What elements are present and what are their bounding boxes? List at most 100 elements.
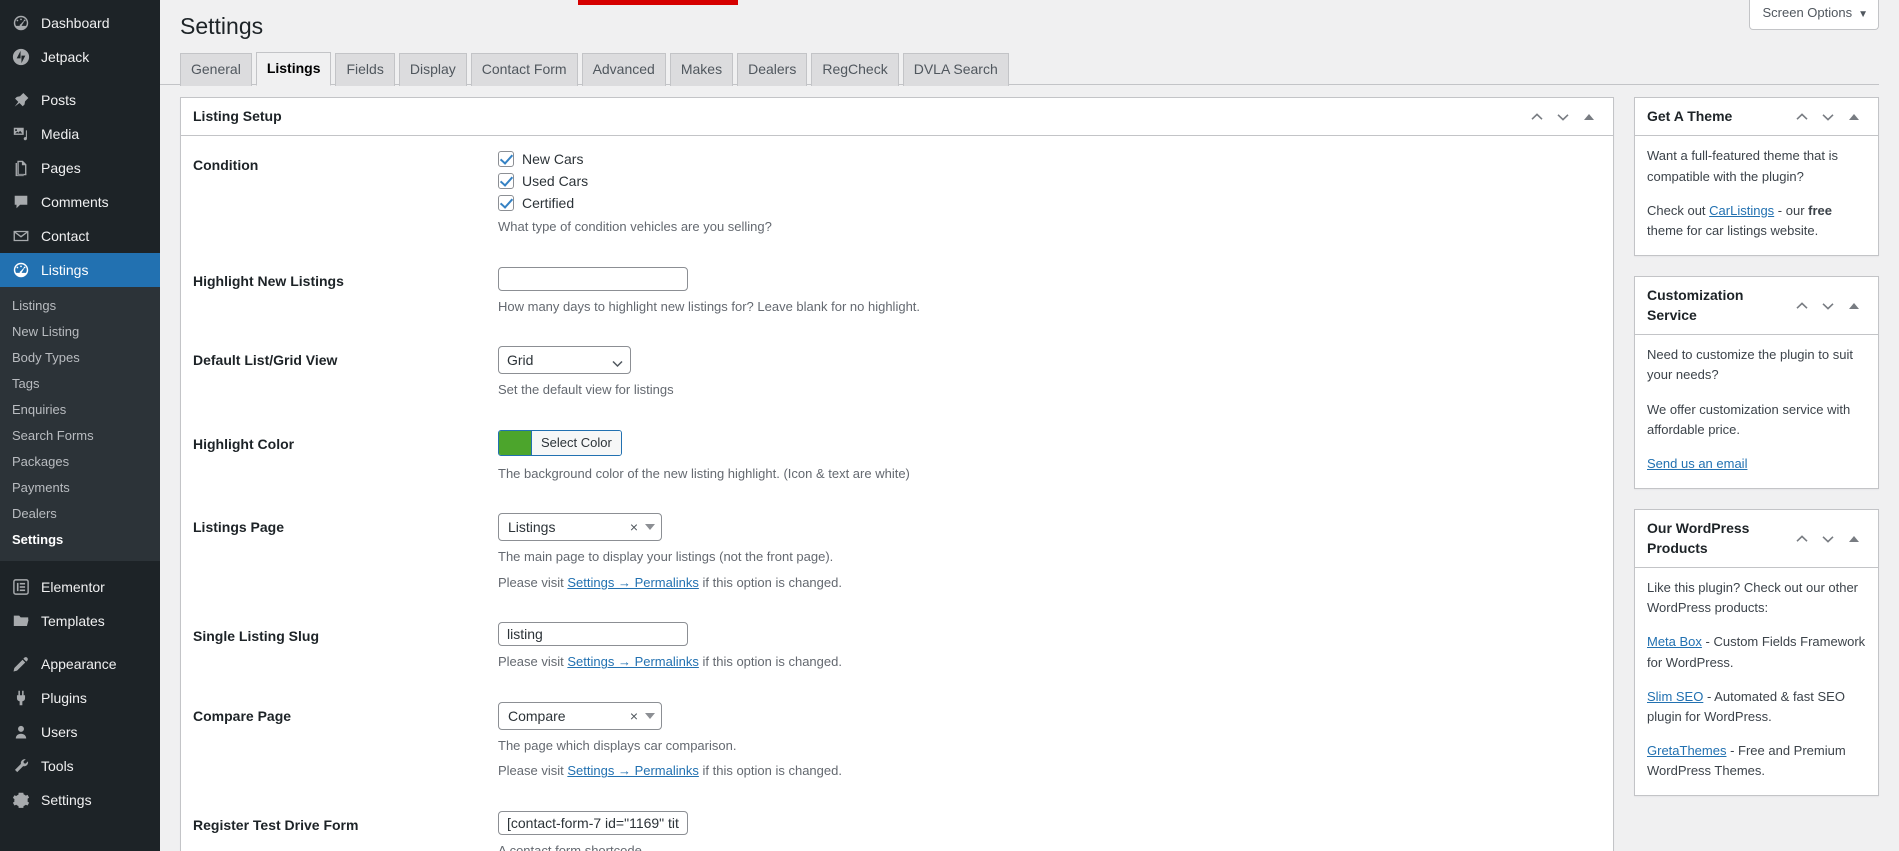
submenu-item-dealers[interactable]: Dealers (0, 501, 160, 527)
tab-dealers[interactable]: Dealers (737, 52, 808, 86)
chevron-down-icon: ▼ (1858, 9, 1868, 20)
move-up-icon[interactable] (1790, 526, 1814, 552)
sidebar-item-dashboard[interactable]: Dashboard (0, 6, 160, 40)
checkbox-used-cars[interactable]: Used Cars (498, 173, 1591, 190)
select-color-label: Select Color (531, 430, 621, 455)
dropdown-arrow-icon[interactable] (645, 524, 655, 531)
toggle-panel-icon[interactable] (1842, 293, 1866, 319)
link-send-us-an-email[interactable]: Send us an email (1647, 456, 1747, 471)
sidebar-item-pages[interactable]: Pages (0, 151, 160, 185)
sidebar-box-header-customization-service: Customization Service (1635, 277, 1878, 336)
tab-listings[interactable]: Listings (255, 51, 332, 86)
sidebar-item-plugins[interactable]: Plugins (0, 681, 160, 715)
sidebar-box-paragraph: Check out CarListings - our free theme f… (1647, 201, 1866, 241)
compare-page-select2[interactable]: Compare × (498, 701, 662, 730)
tab-general[interactable]: General (180, 52, 252, 86)
toggle-panel-icon[interactable] (1577, 104, 1601, 130)
sidebar-item-label: Dashboard (41, 15, 110, 31)
submenu-item-listings[interactable]: Listings (0, 293, 160, 319)
sidebar-item-tools[interactable]: Tools (0, 749, 160, 783)
toggle-panel-icon[interactable] (1842, 526, 1866, 552)
permalinks-link[interactable]: Settings → Permalinks (567, 763, 699, 778)
tools-icon (10, 756, 32, 776)
checkbox-certified[interactable]: Certified (498, 195, 1591, 212)
move-up-icon[interactable] (1790, 104, 1814, 130)
tab-makes[interactable]: Makes (669, 52, 734, 86)
checkbox-label-certified[interactable]: Certified (522, 195, 574, 211)
screen-options-button[interactable]: Screen Options ▼ (1749, 0, 1879, 30)
checkbox-box-certified[interactable] (498, 195, 514, 212)
link-meta-box[interactable]: Meta Box (1647, 634, 1702, 649)
default-view-select[interactable]: GridList (498, 346, 631, 375)
menu-separator (0, 638, 160, 647)
sidebar-item-users[interactable]: Users (0, 715, 160, 749)
dropdown-arrow-icon[interactable] (645, 712, 655, 719)
static-text: theme for car listings website. (1647, 222, 1819, 238)
register-test-drive-form-input[interactable] (498, 810, 688, 835)
submenu-item-settings[interactable]: Settings (0, 527, 160, 553)
move-down-icon[interactable] (1816, 293, 1840, 319)
sidebar-item-appearance[interactable]: Appearance (0, 647, 160, 681)
sidebar-item-posts[interactable]: Posts (0, 83, 160, 117)
submenu-item-enquiries[interactable]: Enquiries (0, 397, 160, 423)
sidebar-box-paragraph: Need to customize the plugin to suit you… (1647, 345, 1866, 385)
single-listing-slug-input[interactable] (498, 622, 688, 647)
checkbox-label-used-cars[interactable]: Used Cars (522, 173, 588, 189)
select-color-button[interactable]: Select Color (498, 429, 622, 456)
submenu-item-packages[interactable]: Packages (0, 449, 160, 475)
tab-contact-form[interactable]: Contact Form (470, 52, 578, 86)
toggle-panel-icon[interactable] (1842, 104, 1866, 130)
move-down-icon[interactable] (1551, 104, 1575, 130)
listing-setup-form-table: Condition New Cars Used Cars Certified W… (193, 136, 1601, 851)
highlight-new-listings-input[interactable] (498, 266, 688, 291)
default-view-label: Default List/Grid View (193, 352, 338, 369)
sidebar-item-jetpack[interactable]: Jetpack (0, 40, 160, 74)
sidebar-item-templates[interactable]: Templates (0, 604, 160, 638)
tab-fields[interactable]: Fields (335, 52, 395, 86)
sidebar-item-listings[interactable]: Listings (0, 253, 160, 287)
sidebar-box-customization-service: Customization Service Need to customize t… (1634, 276, 1879, 489)
checkbox-new-cars[interactable]: New Cars (498, 151, 1591, 168)
field-row-register-test-drive-form: Register Test Drive Form A contact form … (193, 796, 1601, 851)
sidebar-item-label: Elementor (41, 579, 105, 595)
listings-page-select2[interactable]: Listings × (498, 513, 662, 542)
submenu-item-new-listing[interactable]: New Listing (0, 319, 160, 345)
tab-regcheck[interactable]: RegCheck (811, 52, 899, 86)
link-gretathemes[interactable]: GretaThemes (1647, 743, 1726, 758)
tab-advanced[interactable]: Advanced (581, 52, 666, 86)
tab-display[interactable]: Display (398, 52, 467, 86)
move-up-icon[interactable] (1790, 293, 1814, 319)
link-carlistings[interactable]: CarListings (1709, 203, 1774, 218)
move-down-icon[interactable] (1816, 104, 1840, 130)
checkbox-box-used-cars[interactable] (498, 173, 514, 190)
sidebar-item-label: Users (41, 724, 78, 740)
checkbox-label-new-cars[interactable]: New Cars (522, 151, 583, 167)
permalinks-link[interactable]: Settings → Permalinks (567, 575, 699, 590)
clear-icon[interactable]: × (630, 520, 638, 534)
sidebar-item-contact[interactable]: Contact (0, 219, 160, 253)
submenu-item-body-types[interactable]: Body Types (0, 345, 160, 371)
tab-dvla-search[interactable]: DVLA Search (902, 52, 1009, 86)
media-icon (10, 124, 32, 144)
field-row-listings-page: Listings Page Listings × The main page t… (193, 498, 1601, 607)
checkbox-box-new-cars[interactable] (498, 151, 514, 168)
listings-page-label: Listings Page (193, 519, 285, 536)
listings-page-field: Listings × The main page to display your… (488, 498, 1601, 607)
move-up-icon[interactable] (1525, 104, 1549, 130)
submenu-item-search-forms[interactable]: Search Forms (0, 423, 160, 449)
permalinks-link[interactable]: Settings → Permalinks (567, 654, 699, 669)
sidebar-box-paragraph: Meta Box - Custom Fields Framework for W… (1647, 632, 1866, 672)
link-slim-seo[interactable]: Slim SEO (1647, 689, 1703, 704)
sidebar-item-elementor[interactable]: Elementor (0, 570, 160, 604)
clear-icon[interactable]: × (630, 709, 638, 723)
sidebar-item-media[interactable]: Media (0, 117, 160, 151)
highlight-new-listings-description: How many days to highlight new listings … (498, 298, 921, 314)
submenu-item-tags[interactable]: Tags (0, 371, 160, 397)
sidebar-item-comments[interactable]: Comments (0, 185, 160, 219)
submenu-item-payments[interactable]: Payments (0, 475, 160, 501)
single-listing-slug-field: Please visit Settings → Permalinks if th… (488, 607, 1601, 687)
sidebar-item-settings[interactable]: Settings (0, 783, 160, 817)
permalinks-note-post: if this option is changed. (698, 574, 842, 590)
sidebar-box-header-get-a-theme: Get A Theme (1635, 98, 1878, 137)
move-down-icon[interactable] (1816, 526, 1840, 552)
